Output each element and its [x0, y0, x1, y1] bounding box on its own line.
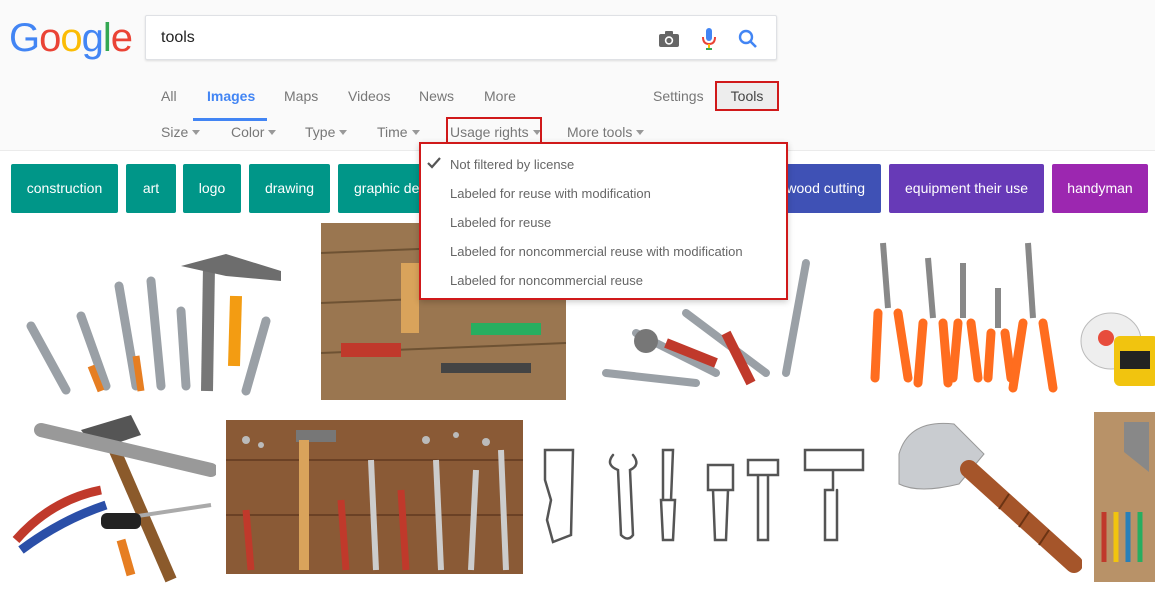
image-result[interactable] — [1076, 226, 1155, 400]
search-icon[interactable] — [736, 27, 760, 51]
caret-down-icon — [268, 130, 277, 135]
tab-more[interactable]: More — [484, 88, 516, 104]
checkmark-icon — [427, 156, 441, 174]
filter-time[interactable]: Time — [377, 124, 420, 140]
tab-all[interactable]: All — [161, 88, 177, 104]
pegboard-tools-image — [1094, 412, 1155, 582]
menu-item-not-filtered[interactable]: Not filtered by license — [450, 157, 574, 172]
hatchet-image — [898, 422, 1082, 573]
safety-gear-image — [1080, 312, 1155, 386]
menu-item-noncommercial-modification[interactable]: Labeled for noncommercial reuse with mod… — [450, 244, 743, 259]
filter-type[interactable]: Type — [305, 124, 348, 140]
image-result[interactable] — [533, 430, 869, 550]
image-result[interactable] — [863, 228, 1066, 399]
tab-maps[interactable]: Maps — [284, 88, 318, 104]
image-result[interactable] — [226, 420, 523, 574]
tools-on-wood-image — [226, 420, 523, 574]
chip-art[interactable]: art — [126, 164, 176, 213]
chip-logo[interactable]: logo — [183, 164, 241, 213]
chip-graphic-design[interactable]: graphic design — [338, 164, 428, 213]
search-box — [145, 15, 777, 60]
filter-more-tools-label: More tools — [567, 124, 633, 140]
image-result[interactable] — [11, 226, 311, 400]
hammer-wrench-image — [12, 415, 216, 583]
chip-construction[interactable]: construction — [11, 164, 118, 213]
filter-size-label: Size — [161, 124, 189, 140]
pliers-image — [870, 242, 1058, 393]
google-logo[interactable]: Google — [9, 16, 133, 60]
filter-type-label: Type — [305, 124, 336, 140]
filter-more-tools[interactable]: More tools — [567, 124, 645, 140]
image-result[interactable] — [11, 410, 216, 585]
image-result[interactable] — [879, 414, 1082, 582]
image-result[interactable] — [1094, 412, 1155, 582]
tools-button[interactable]: Tools — [715, 81, 779, 111]
tab-images[interactable]: Images — [207, 88, 255, 104]
menu-item-reuse-modification[interactable]: Labeled for reuse with modification — [450, 186, 651, 201]
caret-down-icon — [411, 130, 420, 135]
menu-item-reuse[interactable]: Labeled for reuse — [450, 215, 551, 230]
usage-rights-menu: Not filtered by license Labeled for reus… — [419, 142, 788, 300]
filter-time-label: Time — [377, 124, 408, 140]
chip-drawing[interactable]: drawing — [249, 164, 330, 213]
search-input[interactable] — [161, 26, 631, 50]
tools-set-image — [26, 254, 281, 396]
tab-settings[interactable]: Settings — [653, 88, 704, 104]
caret-down-icon — [192, 130, 201, 135]
search-header: Google All Images Maps Videos News More … — [0, 0, 1155, 151]
filter-color[interactable]: Color — [231, 124, 277, 140]
chip-handyman[interactable]: handyman — [1052, 164, 1148, 213]
active-tab-indicator — [193, 118, 267, 121]
filter-color-label: Color — [231, 124, 265, 140]
menu-item-noncommercial-reuse[interactable]: Labeled for noncommercial reuse — [450, 273, 643, 288]
chip-equipment-their-use[interactable]: equipment their use — [889, 164, 1044, 213]
caret-down-icon — [339, 130, 348, 135]
filter-size[interactable]: Size — [161, 124, 201, 140]
camera-icon[interactable] — [657, 27, 681, 51]
tool-sketches-image — [543, 448, 865, 544]
microphone-icon[interactable] — [697, 27, 721, 51]
caret-down-icon — [636, 130, 645, 135]
usage-rights-highlight — [446, 117, 542, 144]
tab-videos[interactable]: Videos — [348, 88, 391, 104]
tab-news[interactable]: News — [419, 88, 454, 104]
